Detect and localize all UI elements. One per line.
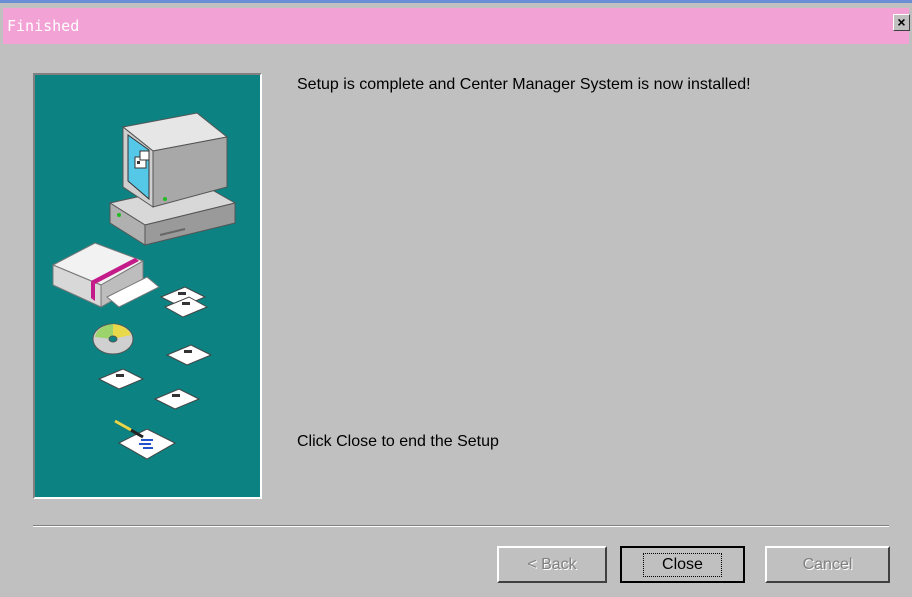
computer-icon	[108, 112, 237, 246]
document-pen-icon	[114, 419, 177, 460]
completion-message: Setup is complete and Center Manager Sys…	[297, 76, 751, 93]
close-icon: ×	[897, 14, 906, 30]
cancel-button[interactable]: Cancel	[765, 546, 890, 583]
setup-illustration-art	[51, 112, 237, 460]
close-instruction: Click Close to end the Setup	[297, 433, 499, 450]
button-separator	[33, 525, 889, 527]
close-button[interactable]: Close	[620, 546, 745, 583]
cancel-button-label: Cancel	[802, 555, 853, 573]
window-title: Finished	[7, 17, 80, 35]
close-window-button[interactable]: ×	[893, 14, 910, 31]
setup-finished-dialog: Finished × Setup is complete and Center …	[0, 0, 912, 597]
software-box-icon	[51, 242, 160, 308]
setup-illustration	[33, 73, 262, 499]
cd-icon	[92, 323, 134, 355]
back-button[interactable]: < Back	[497, 546, 607, 583]
close-button-label: Close	[643, 552, 722, 577]
title-bar[interactable]: Finished	[3, 8, 909, 44]
back-button-label: < Back	[527, 555, 577, 573]
